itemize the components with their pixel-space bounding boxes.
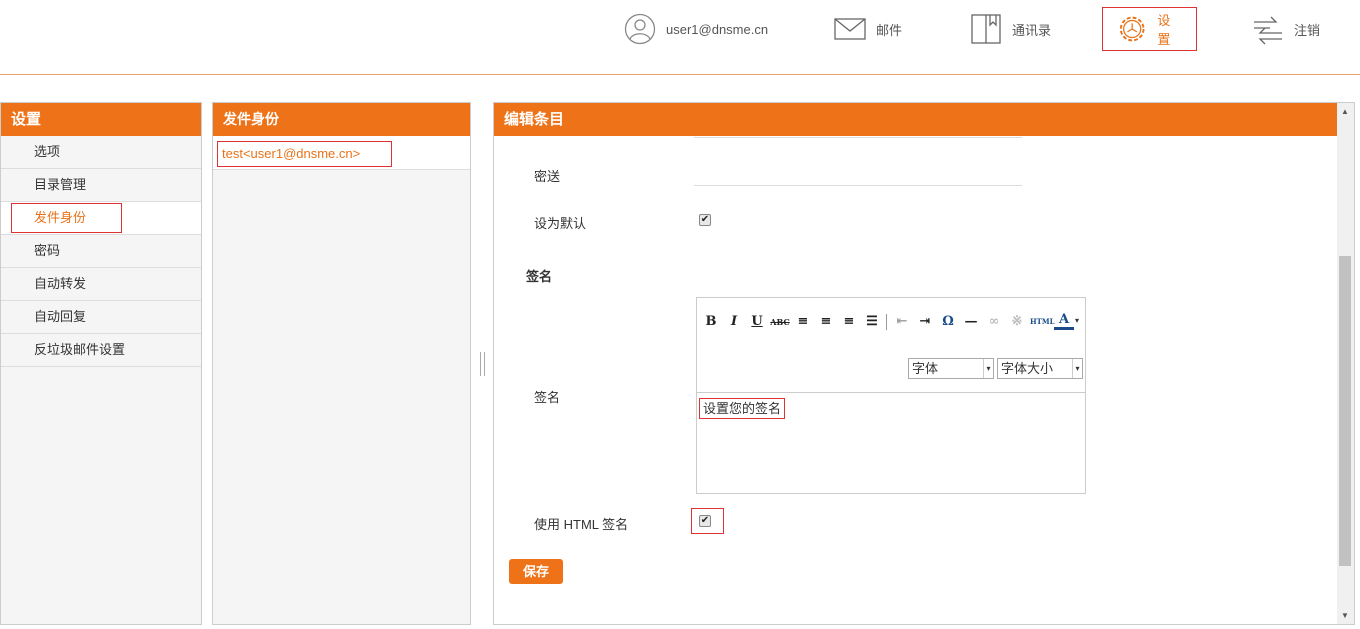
signature-text[interactable]: 设置您的签名 bbox=[699, 398, 786, 419]
edit-panel: 编辑条目 密送 设为默认 ✔ 签名 签名 B I U ABC ≡ ≡ ≡ ☰ ⇤… bbox=[493, 102, 1355, 625]
special-char-icon[interactable]: Ω bbox=[938, 312, 958, 332]
highlight-box bbox=[11, 203, 122, 233]
user-account[interactable]: user1@dnsme.cn bbox=[624, 8, 768, 50]
save-button[interactable]: 保存 bbox=[509, 559, 563, 584]
align-right-icon[interactable]: ≡ bbox=[839, 312, 859, 332]
nav-contacts-label: 通讯录 bbox=[1012, 22, 1052, 38]
signature-label: 签名 bbox=[534, 390, 561, 405]
identity-title: 发件身份 bbox=[213, 103, 470, 136]
menu-item-identities[interactable]: 发件身份 bbox=[1, 202, 201, 235]
align-center-icon[interactable]: ≡ bbox=[816, 312, 836, 332]
user-icon bbox=[624, 13, 656, 45]
underline-button[interactable]: U bbox=[747, 312, 767, 332]
settings-sidebar: 设置 选项 目录管理 发件身份 密码 自动转发 自动回复 反垃圾邮件设置 bbox=[0, 102, 202, 625]
link-icon[interactable]: ∞ bbox=[984, 312, 1004, 332]
strikethrough-button[interactable]: ABC bbox=[770, 312, 790, 332]
menu-item-folders[interactable]: 目录管理 bbox=[1, 169, 201, 202]
font-color-dropdown-icon[interactable]: ▾ bbox=[1075, 316, 1079, 325]
scroll-down-icon[interactable]: ▼ bbox=[1341, 611, 1349, 620]
menu-item-antispam[interactable]: 反垃圾邮件设置 bbox=[1, 334, 201, 367]
signature-section-title: 签名 bbox=[526, 269, 553, 284]
html-signature-checkbox[interactable]: ✔ bbox=[699, 515, 711, 527]
nav-settings-label: 设置 bbox=[1157, 13, 1171, 47]
user-email: user1@dnsme.cn bbox=[666, 21, 769, 37]
html-signature-label: 使用 HTML 签名 bbox=[534, 517, 629, 532]
menu-label: 选项 bbox=[34, 144, 61, 159]
unlink-icon[interactable]: ※ bbox=[1007, 312, 1027, 332]
menu-label: 目录管理 bbox=[34, 177, 87, 192]
logout-icon bbox=[1254, 16, 1282, 45]
edit-title: 编辑条目 bbox=[494, 103, 1337, 136]
nav-settings[interactable]: 设置 bbox=[1102, 7, 1197, 51]
bold-button[interactable]: B bbox=[701, 312, 721, 332]
outdent-icon[interactable]: ⇤ bbox=[892, 312, 912, 332]
toolbar-divider bbox=[886, 314, 887, 330]
menu-item-forward[interactable]: 自动转发 bbox=[1, 268, 201, 301]
gear-icon bbox=[1119, 16, 1145, 42]
bcc-input[interactable] bbox=[694, 185, 1022, 186]
chevron-down-icon: ▾ bbox=[1072, 359, 1082, 378]
scroll-thumb[interactable] bbox=[1339, 256, 1351, 566]
mail-icon bbox=[834, 18, 866, 40]
nav-logout-label: 注销 bbox=[1294, 22, 1321, 38]
panel-splitter[interactable] bbox=[480, 352, 485, 376]
nav-mail-label: 邮件 bbox=[876, 22, 903, 38]
nav-logout[interactable]: 注销 bbox=[1252, 8, 1320, 50]
horizontal-rule-icon[interactable]: — bbox=[961, 312, 981, 332]
menu-item-options[interactable]: 选项 bbox=[1, 136, 201, 169]
identity-panel: 发件身份 test<user1@dnsme.cn> bbox=[212, 102, 471, 625]
italic-button[interactable]: I bbox=[724, 312, 744, 332]
font-select-value: 字体 bbox=[912, 361, 939, 376]
signature-editor[interactable]: B I U ABC ≡ ≡ ≡ ☰ ⇤ ⇥ Ω — ∞ ※ HTML A ▾ 字… bbox=[696, 297, 1086, 494]
scrollbar[interactable]: ▲ ▼ bbox=[1337, 103, 1354, 624]
menu-item-password[interactable]: 密码 bbox=[1, 235, 201, 268]
editor-toolbar: B I U ABC ≡ ≡ ≡ ☰ ⇤ ⇥ Ω — ∞ ※ HTML A ▾ 字… bbox=[697, 298, 1085, 393]
settings-title: 设置 bbox=[1, 103, 201, 136]
font-size-value: 字体大小 bbox=[1001, 361, 1054, 376]
identity-entry[interactable]: test<user1@dnsme.cn> bbox=[217, 141, 392, 167]
top-header: user1@dnsme.cn 邮件 通讯录 设置 注销 bbox=[0, 0, 1360, 75]
menu-label: 自动转发 bbox=[34, 276, 87, 291]
font-size-select[interactable]: 字体大小 ▾ bbox=[997, 358, 1083, 379]
field-line bbox=[694, 137, 1022, 138]
font-select[interactable]: 字体 ▾ bbox=[908, 358, 994, 379]
menu-label: 反垃圾邮件设置 bbox=[34, 342, 126, 357]
html-source-icon[interactable]: HTML bbox=[1030, 312, 1055, 332]
menu-item-autoreply[interactable]: 自动回复 bbox=[1, 301, 201, 334]
menu-label: 密码 bbox=[34, 243, 61, 258]
identity-row[interactable]: test<user1@dnsme.cn> bbox=[213, 136, 470, 170]
font-color-icon[interactable]: A bbox=[1054, 312, 1074, 330]
nav-contacts[interactable]: 通讯录 bbox=[970, 8, 1051, 50]
indent-icon[interactable]: ⇥ bbox=[915, 312, 935, 332]
align-left-icon[interactable]: ≡ bbox=[793, 312, 813, 332]
default-checkbox[interactable]: ✔ bbox=[699, 214, 711, 226]
chevron-down-icon: ▾ bbox=[983, 359, 993, 378]
nav-mail[interactable]: 邮件 bbox=[834, 8, 902, 50]
justify-icon[interactable]: ☰ bbox=[862, 312, 882, 332]
bcc-label: 密送 bbox=[534, 169, 561, 184]
scroll-up-icon[interactable]: ▲ bbox=[1341, 107, 1349, 116]
default-label: 设为默认 bbox=[534, 216, 587, 231]
address-book-icon bbox=[971, 14, 1001, 44]
menu-label: 自动回复 bbox=[34, 309, 87, 324]
